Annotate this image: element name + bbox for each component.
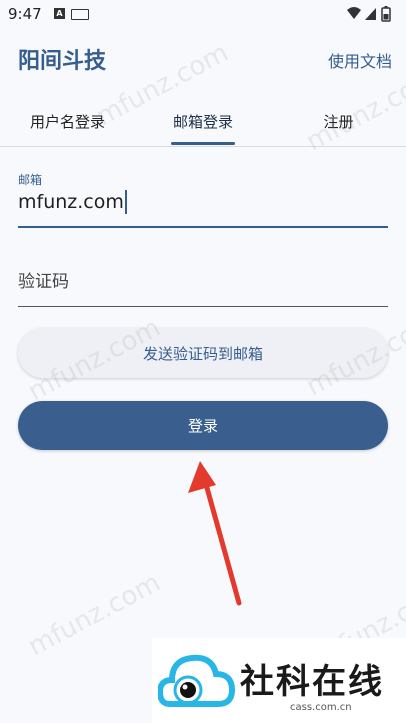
cloud-eye-logo-icon xyxy=(158,654,236,707)
wifi-icon xyxy=(347,7,361,19)
verification-code-label: 验证码 xyxy=(18,272,69,292)
login-tabs: 用户名登录 邮箱登录 注册 xyxy=(0,96,406,147)
send-code-button[interactable]: 发送验证码到邮箱 xyxy=(18,328,388,378)
status-icons xyxy=(347,6,391,22)
email-field-label: 邮箱 xyxy=(18,173,43,187)
tab-username-login[interactable]: 用户名登录 xyxy=(0,96,135,146)
logo-domain: cass.com.cn xyxy=(290,702,352,713)
app-bar: 阳间斗技 使用文档 xyxy=(0,30,406,90)
tab-email-login[interactable]: 邮箱登录 xyxy=(135,96,271,146)
notification-a-icon: A xyxy=(54,8,65,19)
docs-link[interactable]: 使用文档 xyxy=(328,48,392,72)
annotation-arrow-icon xyxy=(188,461,242,606)
tab-indicator xyxy=(171,142,235,145)
logo-name: 社科在线 xyxy=(240,662,384,702)
status-bar: 9:47 A xyxy=(0,0,406,30)
status-time: 9:47 xyxy=(8,5,42,23)
tab-register[interactable]: 注册 xyxy=(271,96,406,146)
battery-icon xyxy=(381,6,391,22)
keyboard-icon xyxy=(71,9,89,20)
app-title: 阳间斗技 xyxy=(18,49,107,74)
email-value: mfunz.com xyxy=(18,191,124,213)
watermark: mfunz.com xyxy=(23,567,166,663)
verification-code-field[interactable]: 验证码 xyxy=(18,250,388,307)
site-logo: 社科在线 cass.com.cn xyxy=(152,638,406,723)
email-input[interactable]: mfunz.com xyxy=(18,190,127,214)
login-button[interactable]: 登录 xyxy=(18,401,388,450)
text-caret xyxy=(124,190,127,214)
email-field[interactable]: 邮箱 mfunz.com xyxy=(18,168,388,228)
signal-icon xyxy=(365,8,376,20)
